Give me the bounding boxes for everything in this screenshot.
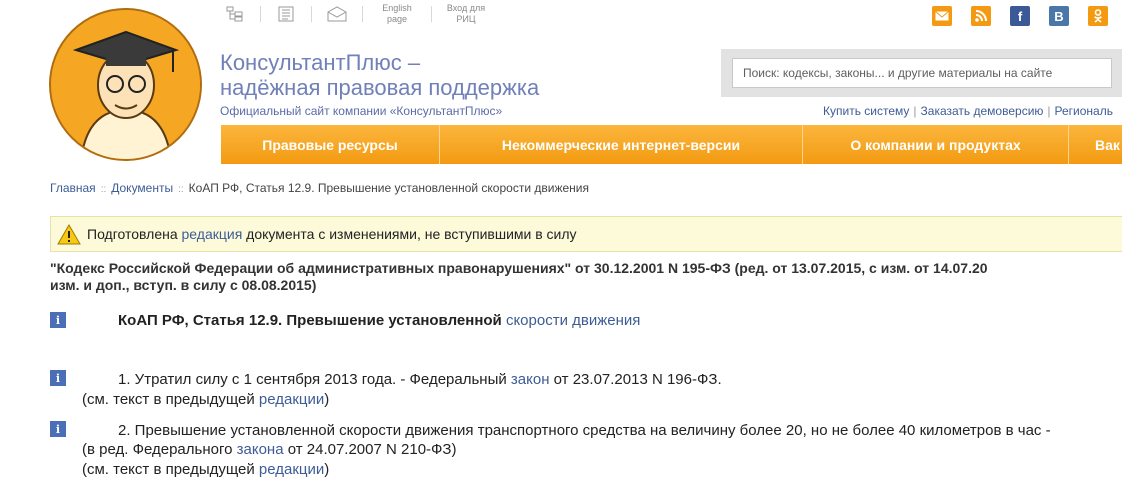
order-demo-link[interactable]: Заказать демоверсию — [921, 104, 1044, 118]
divider — [260, 6, 261, 22]
english-page-link[interactable]: English page — [377, 3, 417, 25]
note-text-end: ) — [324, 391, 330, 408]
law-link[interactable]: закон — [511, 371, 550, 388]
brand-title: КонсультантПлюс – — [220, 50, 421, 75]
document-title: "Кодекс Российской Федерации об админист… — [50, 260, 1122, 294]
divider — [362, 6, 363, 22]
breadcrumb-separator: :: — [178, 184, 184, 195]
email-icon[interactable] — [932, 6, 952, 26]
info-icon[interactable]: i — [50, 312, 66, 328]
warning-icon — [57, 224, 81, 245]
breadcrumb-documents[interactable]: Документы — [111, 181, 173, 195]
breadcrumb-home[interactable]: Главная — [50, 181, 96, 195]
vkontakte-icon[interactable]: В — [1049, 6, 1069, 26]
note-text: (см. текст в предыдущей — [82, 391, 259, 408]
paragraph-1-text: 1. Утратил силу с 1 сентября 2013 года. … — [118, 371, 511, 388]
speed-link[interactable]: скорости движения — [506, 312, 640, 329]
breadcrumb: Главная:: Документы:: КоАП РФ, Статья 12.9… — [50, 181, 589, 195]
breadcrumb-current: КоАП РФ, Статья 12.9. Превышение установ… — [188, 181, 589, 195]
top-toolbar: English page Вход для РИЦ — [224, 0, 486, 28]
paragraph-2: 2. Превышение установленной скорости дви… — [118, 422, 1051, 439]
notice-text-rest: документа с изменениями, не вступившими … — [242, 226, 577, 242]
nav-legal-resources[interactable]: Правовые ресурсы — [221, 125, 440, 164]
header-links: Купить систему | Заказать демоверсию | Регио… — [823, 104, 1113, 118]
divider — [431, 6, 432, 22]
social-links: f В — [913, 6, 1108, 26]
document-title-line2: изм. и доп., вступ. в силу с 08.08.2015) — [50, 277, 317, 293]
info-icon[interactable]: i — [50, 421, 66, 437]
note-text: (см. текст в предыдущей — [82, 461, 259, 478]
paragraph-1-note: (см. текст в предыдущей редакции) — [82, 389, 329, 410]
brand-slogan: надёжная правовая поддержка — [220, 75, 540, 100]
facebook-icon[interactable]: f — [1010, 6, 1030, 26]
article-heading: КоАП РФ, Статья 12.9. Превышение установ… — [118, 310, 640, 331]
article-heading-text: КоАП РФ, Статья 12.9. Превышение установ… — [118, 312, 506, 329]
divider: | — [1047, 104, 1051, 118]
odnoklassniki-icon[interactable] — [1088, 6, 1108, 26]
rss-icon[interactable] — [971, 6, 991, 26]
edition-notice: Подготовлена редакция документа с измене… — [50, 216, 1122, 252]
previous-edition-link-2[interactable]: редакции — [259, 461, 324, 478]
mail-icon[interactable] — [326, 4, 348, 24]
document-title-line1: "Кодекс Российской Федерации об админист… — [50, 260, 988, 276]
search-input[interactable] — [732, 58, 1112, 88]
notice-edition-link[interactable]: редакция — [182, 226, 243, 242]
law-link-2[interactable]: закона — [237, 441, 284, 458]
notice-text: Подготовлена — [87, 226, 182, 242]
paragraph-2-note: (см. текст в предыдущей редакции) — [82, 459, 329, 480]
divider: | — [913, 104, 917, 118]
nav-vacancies[interactable]: Вак — [1069, 125, 1122, 164]
brand-subtitle[interactable]: Официальный сайт компании «КонсультантПл… — [220, 104, 502, 118]
enter-ric-link[interactable]: Вход для РИЦ — [446, 3, 486, 25]
breadcrumb-separator: :: — [100, 184, 107, 195]
info-icon[interactable]: i — [50, 370, 66, 386]
note-text-end: ) — [324, 461, 330, 478]
paragraph-1: 1. Утратил силу с 1 сентября 2013 года. … — [118, 369, 722, 390]
buy-system-link[interactable]: Купить систему — [823, 104, 909, 118]
divider — [311, 6, 312, 22]
amendment-text-end: от 24.07.2007 N 210-ФЗ) — [283, 441, 457, 458]
paragraph-1-text-end: от 23.07.2013 N 196-ФЗ. — [549, 371, 722, 388]
site-logo[interactable] — [49, 8, 202, 161]
previous-edition-link[interactable]: редакции — [259, 391, 324, 408]
paragraph-2-amendment: (в ред. Федерального закона от 24.07.200… — [82, 439, 457, 460]
nav-about-company[interactable]: О компании и продуктах — [803, 125, 1069, 164]
amendment-text: (в ред. Федерального — [82, 441, 237, 458]
main-nav: Правовые ресурсы Некоммерческие интернет… — [221, 125, 1122, 164]
sitemap-icon[interactable] — [224, 4, 246, 24]
newspaper-icon[interactable] — [275, 4, 297, 24]
search-area — [721, 49, 1122, 97]
nav-noncommercial-versions[interactable]: Некоммерческие интернет-версии — [440, 125, 803, 164]
regional-link[interactable]: Региональ — [1055, 104, 1113, 118]
